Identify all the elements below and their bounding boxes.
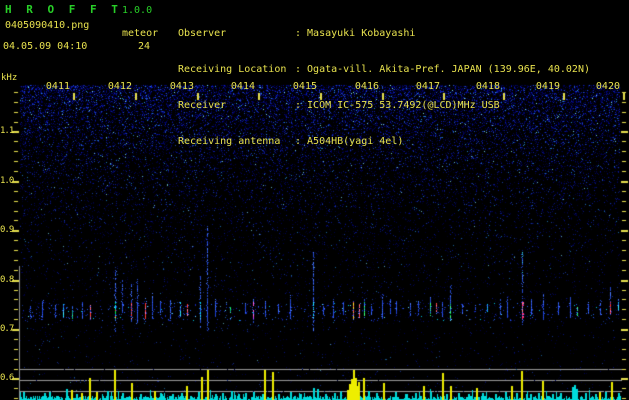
info-separator: : <box>295 64 302 75</box>
info-value: Masayuki Kobayashi <box>307 28 416 39</box>
app-title: H R O F F T <box>5 3 122 16</box>
freq-tick-label: 1.0 <box>0 176 14 186</box>
time-tick-label: 0417 <box>415 81 440 92</box>
hrofft-screen: H R O F F T 1.0.0 0405090410.png meteor … <box>0 0 629 400</box>
time-tick-label: 0420 <box>595 81 620 92</box>
freq-tick-label: 0.6 <box>0 373 14 383</box>
info-value: A504HB(yagi 4el) <box>307 136 404 147</box>
info-row-receiver: Receiver: ICOM IC-575 53.7492(@LCD)MHz US… <box>178 100 590 112</box>
app-version: 1.0.0 <box>122 5 153 16</box>
info-label: Observer <box>178 28 227 39</box>
info-separator: : <box>295 100 302 111</box>
observation-mode: meteor <box>122 28 159 39</box>
info-value: Ogata-vill. Akita-Pref. JAPAN (139.96E, … <box>307 64 590 75</box>
time-tick-label: 0411 <box>45 81 70 92</box>
info-label: Receiving antenna <box>178 136 281 147</box>
time-tick-label: 0414 <box>230 81 255 92</box>
freq-tick-label: 1.1 <box>0 126 14 136</box>
time-tick-label: 0416 <box>354 81 379 92</box>
info-separator: : <box>295 136 302 147</box>
info-row-antenna: Receiving antenna: A504HB(yagi 4el) <box>178 136 590 148</box>
freq-tick-label: 0.8 <box>0 275 14 285</box>
info-separator: : <box>295 28 302 39</box>
info-label: Receiving Location <box>178 64 287 75</box>
info-label: Receiver <box>178 100 227 111</box>
meteor-echo-count: 24 <box>138 41 151 52</box>
time-tick-label: 0413 <box>169 81 194 92</box>
freq-tick-label: 0.9 <box>0 225 14 235</box>
freq-tick-label: 0.7 <box>0 324 14 334</box>
time-tick-label: 0412 <box>107 81 132 92</box>
output-filename: 0405090410.png <box>5 20 90 31</box>
time-tick-label: 0415 <box>292 81 317 92</box>
freq-unit-label: kHz <box>1 73 18 83</box>
time-tick-label: 0418 <box>475 81 500 92</box>
info-value: ICOM IC-575 53.7492(@LCD)MHz USB <box>307 100 500 111</box>
info-row-observer: Observer: Masayuki Kobayashi <box>178 28 590 40</box>
observation-datetime: 04.05.09 04:10 <box>3 41 88 52</box>
info-row-location: Receiving Location: Ogata-vill. Akita-Pre… <box>178 64 590 76</box>
time-tick-label: 0419 <box>535 81 560 92</box>
